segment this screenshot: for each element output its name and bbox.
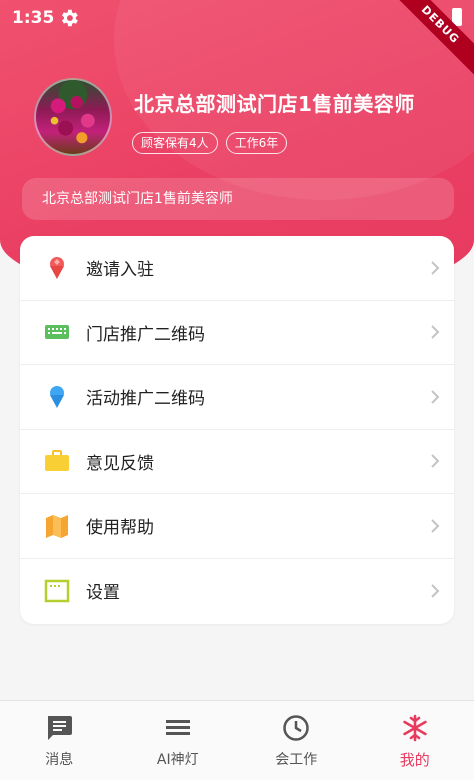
yellow-briefcase-icon (45, 450, 69, 472)
menu-label: 活动推广二维码 (86, 389, 205, 410)
chevron-right-icon (431, 519, 440, 533)
menu-item-store-qr[interactable]: 门店推广二维码 (20, 301, 454, 365)
menu-item-invite[interactable]: 邀请入驻 (20, 236, 454, 301)
gear-icon (62, 9, 78, 27)
customer-count-badge: 顾客保有4人 (132, 132, 218, 154)
message-icon (48, 716, 73, 740)
menu-item-feedback[interactable]: 意见反馈 (20, 430, 454, 494)
bottom-tab-bar: 消息 AI神灯 会工作 我的 (0, 700, 474, 780)
green-keyboard-icon (45, 325, 69, 340)
tab-ai-lamp[interactable]: AI神灯 (119, 701, 238, 780)
tab-label: 消息 (45, 752, 74, 768)
menu-label: 意见反馈 (86, 453, 154, 474)
menu-label: 使用帮助 (86, 518, 154, 539)
menu-label: 设置 (86, 583, 120, 604)
status-time: 1:35 (12, 8, 55, 28)
menu-label: 门店推广二维码 (86, 324, 205, 345)
tab-messages[interactable]: 消息 (0, 701, 119, 780)
tab-label: AI神灯 (156, 752, 199, 768)
blue-cone-icon (50, 385, 64, 408)
menu-label: 邀请入驻 (86, 260, 154, 281)
orange-map-icon (46, 514, 68, 538)
profile-tags: 顾客保有4人 工作6年 (132, 132, 288, 154)
red-cone-icon (50, 256, 64, 279)
work-years-badge: 工作6年 (225, 132, 288, 154)
chevron-right-icon (431, 261, 440, 275)
status-bar: 1:35 (0, 0, 474, 36)
store-name-bar: 北京总部测试门店1售前美容师 (22, 178, 454, 220)
snowflake-icon (403, 714, 427, 742)
clock-icon (283, 715, 309, 741)
tab-mine[interactable]: 我的 (356, 701, 474, 780)
chevron-right-icon (431, 454, 440, 468)
avatar[interactable] (34, 78, 112, 156)
profile-name: 北京总部测试门店1售前美容师 (134, 92, 415, 116)
menu-lines-icon (165, 720, 190, 735)
chevron-right-icon (431, 584, 440, 598)
tab-work[interactable]: 会工作 (237, 701, 356, 780)
menu-card: 邀请入驻 门店推广二维码 活动推广二维码 意见反馈 使用帮助 设置 (20, 236, 454, 624)
tab-label: 我的 (399, 751, 430, 769)
menu-item-settings[interactable]: 设置 (20, 559, 454, 624)
menu-item-help[interactable]: 使用帮助 (20, 494, 454, 559)
tab-label: 会工作 (275, 752, 318, 768)
menu-item-event-qr[interactable]: 活动推广二维码 (20, 365, 454, 430)
chevron-right-icon (431, 325, 440, 339)
chevron-right-icon (431, 390, 440, 404)
green-frame-icon (44, 579, 70, 602)
